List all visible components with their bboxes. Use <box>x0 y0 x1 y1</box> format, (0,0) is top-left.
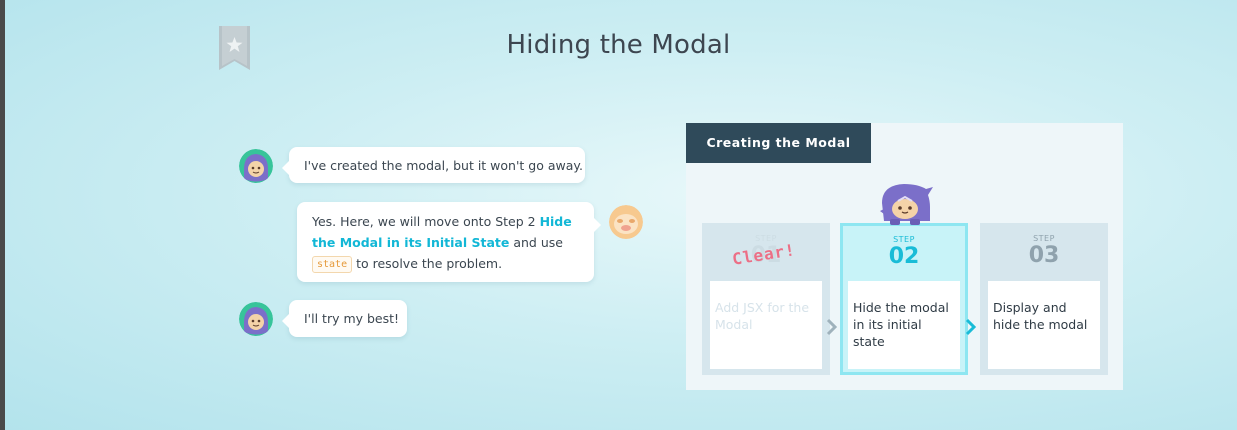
page-title: Hiding the Modal <box>506 30 731 60</box>
panel-header: Creating the Modal <box>686 123 871 163</box>
step-number: 03 <box>1028 243 1060 268</box>
chevron-right-icon <box>826 318 838 336</box>
chat-bubble-teacher: Yes. Here, we will move onto Step 2 Hide… <box>297 202 601 282</box>
mascot-character <box>880 184 933 225</box>
step-label: STEP <box>893 235 915 244</box>
step-card-03[interactable]: STEP 03 Display and hide the modal <box>980 223 1108 375</box>
chat-text: I'll try my best! <box>304 311 400 326</box>
chat-text: and use <box>509 235 563 250</box>
student-avatar <box>239 149 273 183</box>
chat-bubble-student-2: I'll try my best! <box>282 300 407 337</box>
steps-panel: Creating the Modal STEP 01 Clear! Add JS… <box>686 123 1123 390</box>
code-inline: state <box>312 256 353 273</box>
student-avatar <box>239 302 273 336</box>
step-card-02[interactable]: STEP 02 Hide the modal in its initial st… <box>840 223 968 375</box>
step-description: Hide the modal in its initial state <box>848 281 960 369</box>
step-description: Add JSX for the Modal <box>710 281 822 369</box>
chevron-right-icon <box>965 318 977 336</box>
chat-bubble-student-1: I've created the modal, but it won't go … <box>282 147 585 183</box>
window-edge <box>0 0 5 430</box>
chat-text: to resolve the problem. <box>356 256 503 271</box>
step-label: STEP <box>755 234 777 243</box>
step-label: STEP <box>1033 234 1055 243</box>
chat-text: I've created the modal, but it won't go … <box>304 158 583 173</box>
step-description: Display and hide the modal <box>988 281 1100 369</box>
step-card-01[interactable]: STEP 01 Clear! Add JSX for the Modal <box>702 223 830 375</box>
step-number: 02 <box>888 244 920 269</box>
teacher-avatar <box>609 205 643 239</box>
chat-text: Yes. Here, we will move onto Step 2 <box>312 214 540 229</box>
